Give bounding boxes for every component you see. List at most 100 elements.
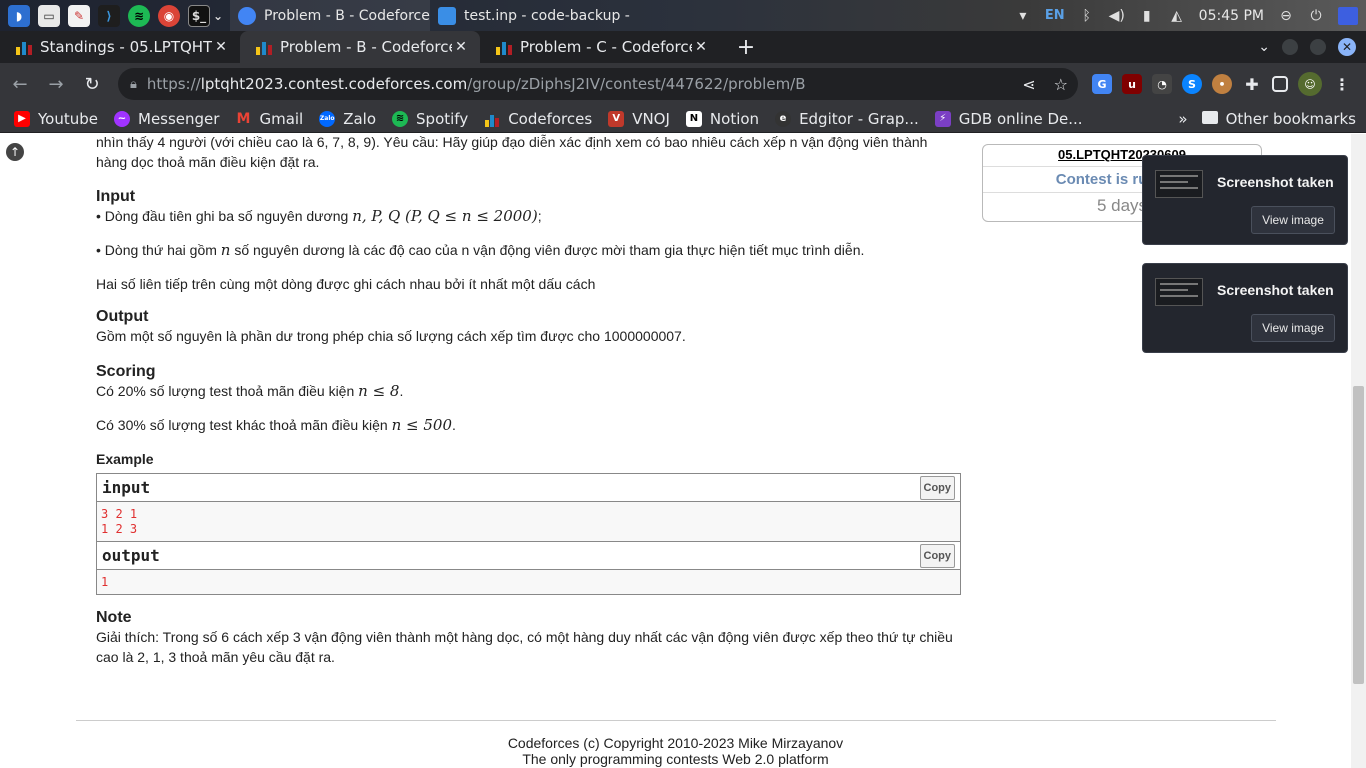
text: • Dòng thứ hai gồm xyxy=(96,242,221,258)
extensions-puzzle-icon[interactable]: ✚ xyxy=(1242,74,1262,94)
scroll-to-top-icon[interactable]: ↑ xyxy=(6,143,24,161)
notification-bell-icon[interactable]: ◭ xyxy=(1169,8,1185,24)
window-controls: ⌄ ✕ xyxy=(1258,31,1366,63)
bookmark-gdb[interactable]: ⚡ GDB online De... xyxy=(934,109,1083,128)
keyboard-language[interactable]: EN xyxy=(1045,8,1065,23)
terminal-icon[interactable]: $_ xyxy=(188,4,210,27)
bookmark-messenger[interactable]: ~ Messenger xyxy=(114,110,219,128)
bookmark-edgitor[interactable]: e Edgitor - Grap... xyxy=(775,110,919,128)
wifi-icon[interactable]: ▾ xyxy=(1015,8,1031,24)
view-image-button[interactable]: View image xyxy=(1251,206,1335,234)
example-input-line: 3 2 1 xyxy=(101,507,138,521)
zalo-icon: Zalo xyxy=(319,110,336,127)
power-icon[interactable]: ⏻ xyxy=(1308,8,1324,24)
lock-icon[interactable]: 🔒︎ xyxy=(130,77,137,92)
bookmarks-more-chevron[interactable]: » xyxy=(1178,110,1187,128)
notification-title: Screenshot taken xyxy=(1217,282,1334,298)
text-editor-icon[interactable]: ✎ xyxy=(68,4,90,27)
forward-arrow-icon[interactable]: → xyxy=(40,68,72,100)
bookmark-label: Gmail xyxy=(259,109,304,128)
note-line: Giải thích: Trong số 6 cách xếp 3 vận độ… xyxy=(96,629,953,645)
bookmark-gmail[interactable]: M Gmail xyxy=(235,110,303,128)
example-output-content[interactable]: 1 xyxy=(97,570,960,594)
bookmark-star-icon[interactable]: ☆ xyxy=(1054,75,1068,94)
screenshot-notification[interactable]: Screenshot taken View image xyxy=(1142,263,1348,353)
taskbar-task-chrome[interactable]: Problem - B - Codeforces... xyxy=(230,0,430,31)
browser-tab-strip: Standings - 05.LPTQHT20 ✕ Problem - B - … xyxy=(0,31,1366,63)
example-input-content[interactable]: 3 2 1 1 2 3 xyxy=(97,502,960,542)
file-manager-icon[interactable]: ▭ xyxy=(38,4,60,27)
screenshot-thumbnail xyxy=(1155,278,1203,306)
minus-circle-icon[interactable]: ⊖ xyxy=(1278,8,1294,24)
shazam-icon[interactable]: S xyxy=(1182,74,1202,94)
bluetooth-icon[interactable]: ᛒ xyxy=(1079,8,1095,24)
bookmark-youtube[interactable]: ▶ Youtube xyxy=(14,110,98,128)
note-heading: Note xyxy=(96,609,132,626)
example-output-line: 1 xyxy=(101,575,109,589)
tab-title: Problem - B - Codeforces xyxy=(280,38,452,56)
screenshot-notification[interactable]: Screenshot taken View image xyxy=(1142,155,1348,245)
close-icon[interactable]: ✕ xyxy=(212,38,230,56)
edgitor-icon: e xyxy=(775,110,792,127)
chevron-down-icon[interactable]: ⌄ xyxy=(212,5,224,27)
math-expression: n ≤ 500 xyxy=(391,416,453,434)
maximize-button[interactable] xyxy=(1310,39,1326,55)
sidebar-toggle-icon[interactable] xyxy=(1272,76,1288,92)
bookmark-zalo[interactable]: Zalo Zalo xyxy=(319,110,376,128)
bookmark-vnoj[interactable]: V VNOJ xyxy=(608,110,670,128)
bookmark-label: Messenger xyxy=(138,109,220,128)
clock[interactable]: 05:45 PM xyxy=(1199,8,1264,24)
close-icon[interactable]: ✕ xyxy=(692,38,710,56)
tab-search-chevron-icon[interactable]: ⌄ xyxy=(1258,39,1270,55)
close-window-button[interactable]: ✕ xyxy=(1338,38,1356,56)
chrome-icon xyxy=(238,6,256,25)
copy-input-button[interactable]: Copy xyxy=(919,475,955,500)
text: Có 30% số lượng test khác thoả mãn điều … xyxy=(96,417,392,433)
workspace-switcher-icon[interactable] xyxy=(1338,6,1358,25)
codeforces-icon xyxy=(256,39,272,55)
footer-divider xyxy=(76,720,1276,721)
address-bar[interactable]: 🔒︎ https://lptqht2023.contest.codeforces… xyxy=(118,68,1078,100)
back-arrow-icon[interactable]: ← xyxy=(4,68,36,100)
vscode-icon[interactable]: ⟩ xyxy=(98,4,120,27)
tab-problem-b[interactable]: Problem - B - Codeforces ✕ xyxy=(240,31,480,63)
bookmark-codeforces[interactable]: Codeforces xyxy=(484,110,592,128)
other-bookmarks-label: Other bookmarks xyxy=(1225,109,1356,128)
spotify-icon[interactable]: ≋ xyxy=(128,4,150,27)
volume-icon[interactable]: ◀) xyxy=(1109,8,1125,24)
chrome-icon[interactable]: ◉ xyxy=(158,4,180,27)
bookmark-label: GDB online De... xyxy=(958,109,1083,128)
extensions-area: G u ◔ S • ✚ ☺ ⋮ xyxy=(1092,72,1352,96)
close-icon[interactable]: ✕ xyxy=(452,38,470,56)
view-image-button[interactable]: View image xyxy=(1251,314,1335,342)
taskbar-task-vscode[interactable]: test.inp - code-backup - ... xyxy=(430,0,630,31)
spy-extension-icon[interactable]: ◔ xyxy=(1152,74,1172,94)
messenger-icon: ~ xyxy=(114,110,130,127)
share-icon[interactable]: ⋖ xyxy=(1022,75,1035,94)
bookmarks-bar: ▶ Youtube ~ Messenger M Gmail Zalo Zalo ≋ Spo… xyxy=(0,105,1366,133)
tab-standings[interactable]: Standings - 05.LPTQHT20 ✕ xyxy=(0,31,240,63)
taskbar-task-label: test.inp - code-backup - ... xyxy=(464,7,630,24)
battery-icon[interactable]: ▮ xyxy=(1139,8,1155,24)
profile-avatar[interactable]: ☺ xyxy=(1298,72,1322,96)
app-menu-icon[interactable]: ◗ xyxy=(8,4,30,27)
scrollbar-thumb[interactable] xyxy=(1353,386,1364,684)
ublock-icon[interactable]: u xyxy=(1122,74,1142,94)
page-footer: Codeforces (c) Copyright 2010-2023 Mike … xyxy=(0,735,1351,767)
bookmark-spotify[interactable]: ≋ Spotify xyxy=(392,110,468,128)
tab-problem-c[interactable]: Problem - C - Codeforces ✕ xyxy=(480,31,720,63)
cookie-icon[interactable]: • xyxy=(1212,74,1232,94)
google-translate-icon[interactable]: G xyxy=(1092,74,1112,94)
bookmark-notion[interactable]: N Notion xyxy=(685,110,759,128)
minimize-button[interactable] xyxy=(1282,39,1298,55)
more-menu-icon[interactable]: ⋮ xyxy=(1332,74,1352,94)
bookmark-label: Codeforces xyxy=(508,109,593,128)
intro-line: hàng dọc thoả mãn điều kiện đặt ra. xyxy=(96,154,320,170)
new-tab-button[interactable]: + xyxy=(730,31,762,63)
reload-icon[interactable]: ↻ xyxy=(76,68,108,100)
other-bookmarks[interactable]: Other bookmarks xyxy=(1201,109,1356,128)
copy-output-button[interactable]: Copy xyxy=(919,543,955,568)
page-scrollbar[interactable] xyxy=(1351,134,1366,768)
